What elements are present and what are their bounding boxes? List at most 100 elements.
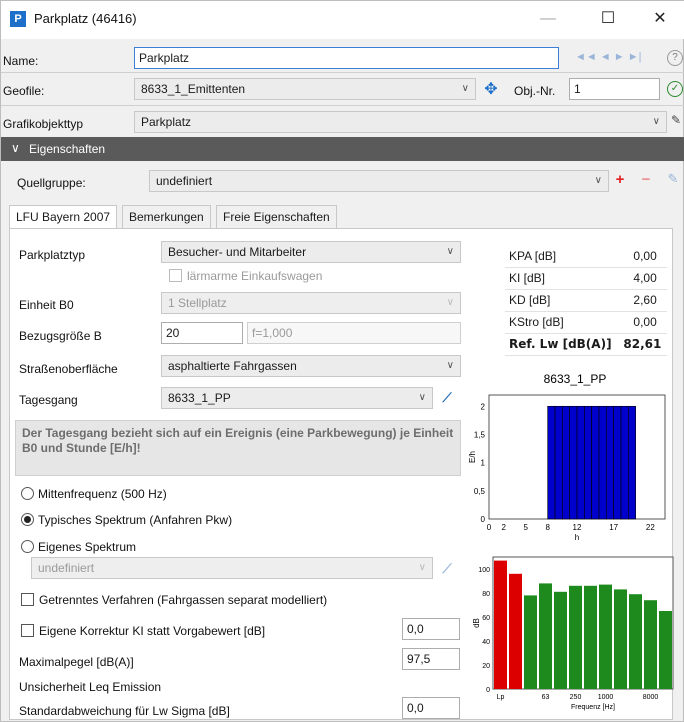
bar — [629, 594, 642, 689]
einheit-value: 1 Stellplatz — [168, 296, 227, 310]
laermarm-checkbox[interactable] — [169, 269, 182, 282]
eigenes-select[interactable]: undefiniert ∨ — [31, 557, 433, 579]
x-tick-label: 250 — [570, 694, 582, 701]
x-tick-label: 8000 — [643, 694, 659, 701]
collapse-chevron-icon: ∨ — [11, 141, 20, 155]
tagesgang-value: 8633_1_PP — [168, 391, 231, 405]
spectrum-edit-icon[interactable]: ⟋ — [439, 561, 455, 577]
values-value: 0,00 — [619, 245, 667, 268]
remove-icon[interactable]: − — [639, 171, 653, 188]
parkplatztyp-label: Parkplatztyp — [19, 248, 86, 262]
korrektur-checkbox[interactable] — [21, 624, 34, 637]
sigma-label: Standardabweichung für Lw Sigma [dB] — [19, 704, 230, 718]
einheit-label: Einheit B0 — [19, 298, 74, 312]
bar — [554, 405, 563, 520]
y-tick-label: 0 — [486, 687, 490, 694]
eigenes-value: undefiniert — [38, 561, 95, 575]
y-tick-label: 60 — [482, 615, 490, 622]
bezug-label: Bezugsgröße B — [19, 329, 102, 343]
help-icon[interactable]: ? — [667, 50, 683, 66]
strasse-select[interactable]: asphaltierte Fahrgassen ∨ — [161, 355, 461, 377]
getrennt-checkbox[interactable] — [21, 593, 34, 606]
parkplatztyp-value: Besucher- und Mitarbeiter — [168, 245, 307, 259]
bar — [613, 405, 622, 520]
bar — [614, 589, 627, 689]
bar — [547, 405, 556, 520]
objnr-input[interactable]: 1 — [569, 78, 660, 100]
bar — [606, 405, 614, 520]
radio-mittenfrequenz[interactable] — [21, 487, 34, 500]
x-tick-label: 5 — [523, 523, 528, 532]
values-table: KPA [dB] 0,00 KI [dB] 4,00 KD [dB] 2,60 KStro … — [505, 245, 667, 356]
x-tick-label: 12 — [573, 523, 582, 532]
dialog-window: P Parkplatz (46416) — ☐ ✕ Name: Parkplat… — [0, 0, 684, 722]
parkplatztyp-select[interactable]: Besucher- und Mitarbeiter ∨ — [161, 241, 461, 263]
objnr-label: Obj.-Nr. — [514, 84, 556, 98]
navigate-icon[interactable]: ✥ — [481, 79, 501, 99]
bezug-input[interactable]: 20 — [161, 322, 243, 344]
minimize-button[interactable]: — — [525, 5, 571, 33]
x-tick-label: Lp — [497, 694, 505, 701]
values-row: KStro [dB] 0,00 — [505, 311, 667, 334]
y-tick-label: 20 — [482, 663, 490, 670]
bar — [562, 405, 570, 520]
name-input[interactable]: Parkplatz — [134, 47, 559, 69]
bar — [628, 405, 636, 520]
quellgruppe-select[interactable]: undefiniert ∨ — [149, 170, 609, 192]
ref-row: Ref. Lw [dB(A)] 82,61 — [505, 333, 667, 356]
section-header[interactable]: ∨ Eigenschaften — [1, 137, 684, 161]
bar — [554, 591, 567, 689]
bar — [569, 405, 578, 520]
values-value: 2,60 — [619, 289, 667, 312]
x-axis-label: Frequenz [Hz] — [571, 704, 615, 711]
x-axis-label: h — [575, 533, 579, 542]
tab-lfu-bayern[interactable]: LFU Bayern 2007 — [9, 205, 118, 230]
korrektur-label: Eigene Korrektur KI statt Vorgabewert [d… — [39, 624, 266, 638]
name-label: Name: — [3, 54, 39, 68]
geofile-select[interactable]: 8633_1_Emittenten ∨ — [134, 78, 476, 100]
y-tick-label: 100 — [478, 567, 490, 574]
tagesgang-select[interactable]: 8633_1_PP ∨ — [161, 387, 433, 409]
spektrum-chart: 0 20 40 60 80 100 dB Lp 63 250 1000 8000 Frequenz [H… — [473, 556, 674, 711]
maxpegel-input[interactable]: 97,5 — [402, 648, 460, 670]
bezug-f-display: f=1,000 — [247, 322, 461, 344]
bar — [620, 405, 629, 520]
chevron-down-icon: ∨ — [461, 83, 469, 94]
bar — [494, 560, 507, 689]
unsicherheit-label: Unsicherheit Leq Emission — [19, 680, 162, 694]
bar — [584, 405, 592, 520]
y-tick-label: 0,5 — [474, 487, 486, 496]
ref-key: Ref. Lw [dB(A)] — [505, 333, 620, 356]
tab-bemerkungen[interactable]: Bemerkungen — [122, 205, 211, 229]
sigma-input[interactable]: 0,0 — [402, 697, 460, 719]
close-button[interactable]: ✕ — [637, 5, 683, 33]
radio-typisches-spektrum[interactable] — [21, 513, 34, 526]
bar — [644, 600, 657, 689]
tab-freie-eigenschaften[interactable]: Freie Eigenschaften — [216, 205, 337, 229]
laermarm-label: lärmarme Einkaufswagen — [187, 269, 323, 283]
radio-eigenes-spektrum[interactable] — [21, 540, 34, 553]
y-tick-label: 40 — [482, 639, 490, 646]
edit-icon[interactable]: ✎ — [669, 113, 683, 127]
section-title: Eigenschaften — [29, 142, 106, 156]
grafik-select[interactable]: Parkplatz ∨ — [134, 111, 667, 133]
bar — [509, 573, 522, 689]
ref-value: 82,61 — [619, 333, 667, 356]
bar — [539, 583, 552, 689]
chevron-down-icon: ∨ — [418, 392, 426, 403]
check-icon[interactable]: ✓ — [667, 81, 683, 97]
app-icon: P — [10, 11, 26, 27]
chart-edit-icon[interactable]: ⟋ — [439, 390, 455, 406]
edit-group-icon[interactable]: ✎ — [665, 171, 681, 187]
chart-title: 8633_1_PP — [544, 372, 607, 386]
einheit-select[interactable]: 1 Stellplatz ∨ — [161, 292, 461, 314]
bar — [599, 584, 612, 689]
values-key: KI [dB] — [505, 267, 620, 290]
add-icon[interactable]: + — [613, 171, 627, 188]
korrektur-input[interactable]: 0,0 — [402, 618, 460, 640]
getrennt-label: Getrenntes Verfahren (Fahrgassen separat… — [39, 593, 328, 607]
chevron-down-icon: ∨ — [652, 116, 660, 127]
maximize-button[interactable]: ☐ — [585, 5, 631, 33]
chevron-down-icon: ∨ — [418, 562, 426, 573]
first-record-icon[interactable]: ◄◄ ◄ ► ►| — [575, 51, 641, 63]
